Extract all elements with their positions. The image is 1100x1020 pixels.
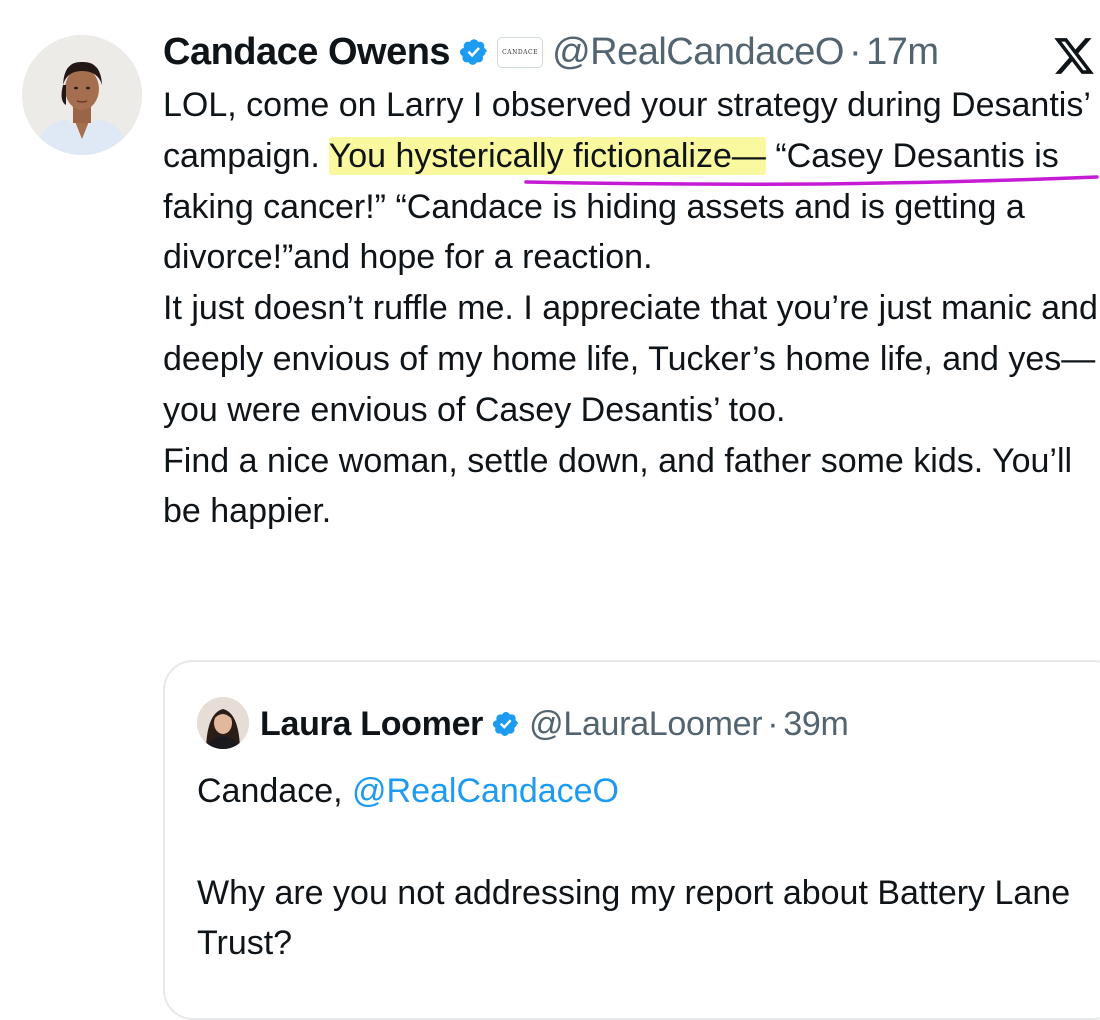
separator-dot: · <box>767 704 779 743</box>
quoted-tweet-header: Laura Loomer @LauraLoomer · 39m <box>260 696 849 752</box>
tweet-timestamp[interactable]: 17m <box>866 31 939 74</box>
separator-dot: · <box>848 30 862 73</box>
mention-link[interactable]: @RealCandaceO <box>352 772 619 810</box>
avatar-portrait <box>22 35 142 155</box>
author-avatar[interactable] <box>22 35 142 155</box>
quoted-tweet-timestamp[interactable]: 39m <box>783 705 849 744</box>
verified-badge-icon[interactable] <box>492 710 520 738</box>
quoted-author-avatar[interactable] <box>197 697 249 749</box>
x-logo-icon <box>1054 38 1094 74</box>
tweet-paragraph-3: Find a nice woman, settle down, and fath… <box>163 441 1073 531</box>
line-spacer <box>197 817 1077 868</box>
affiliate-badge[interactable]: CANDACE <box>497 36 544 68</box>
tweet-header: Candace Owens CANDACE @RealCandaceO · 17… <box>163 20 939 84</box>
quoted-author-name[interactable]: Laura Loomer <box>260 705 483 744</box>
quoted-tweet-line-2: Why are you not addressing my report abo… <box>197 873 1071 963</box>
quoted-tweet-text: Candace, @RealCandaceO Why are you not a… <box>197 766 1077 969</box>
author-name[interactable]: Candace Owens <box>163 31 451 74</box>
quoted-author-handle[interactable]: @LauraLoomer <box>529 705 762 744</box>
author-handle[interactable]: @RealCandaceO <box>552 31 844 74</box>
quoted-avatar-portrait <box>197 697 249 749</box>
pen-underline-annotation <box>524 175 1099 186</box>
verified-badge-icon[interactable] <box>459 37 489 67</box>
tweet-text: LOL, come on Larry I observed your strat… <box>163 80 1100 537</box>
tweet-paragraph-2: It just doesn’t ruffle me. I appreciate … <box>163 289 1098 429</box>
quoted-tweet-line-1: Candace, @RealCandaceO <box>197 772 619 810</box>
